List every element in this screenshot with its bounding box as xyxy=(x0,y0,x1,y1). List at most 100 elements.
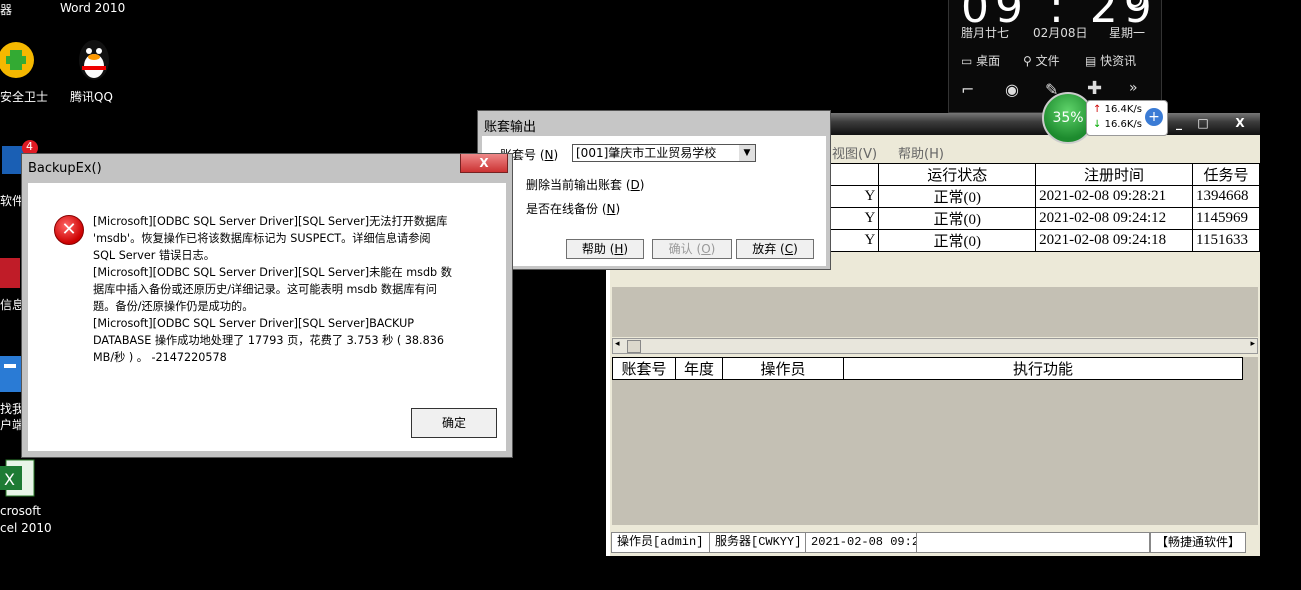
desktop-icon-qq[interactable]: 腾讯QQ xyxy=(70,88,113,105)
security-guard-icon[interactable] xyxy=(0,38,38,80)
file-shortcut[interactable]: ⚲ 文件 xyxy=(1023,52,1060,69)
online-backup-label: 是否在线备份 xyxy=(526,202,599,216)
close-glyph: X xyxy=(1235,116,1245,130)
account-select[interactable]: [001]肇庆市工业贸易学校 ▼ xyxy=(572,144,756,162)
confirm-button[interactable]: 确认 (O) xyxy=(652,239,732,259)
desktop-icon-text: 安全卫士 xyxy=(0,90,49,104)
cpu-percent: 35% xyxy=(1052,110,1084,126)
error-line: 据库中插入备份或还原历史/详细记录。这可能表明 msdb 数据库有问 xyxy=(93,283,437,296)
crop-icon[interactable]: ⌐ xyxy=(961,80,974,99)
error-line: [Microsoft][ODBC SQL Server Driver][SQL … xyxy=(93,266,452,279)
down-arrow-icon: ↓ xyxy=(1093,119,1102,130)
minimize-button[interactable]: _ xyxy=(1168,115,1190,131)
weekday: 星期一 xyxy=(1109,26,1146,40)
error-line: [Microsoft][ODBC SQL Server Driver][SQL … xyxy=(93,215,448,228)
maximize-button[interactable]: □ xyxy=(1192,115,1214,131)
menu-view[interactable]: 视图(V) xyxy=(832,143,877,162)
desktop-shortcut[interactable]: ▭ 桌面 xyxy=(961,52,1000,69)
log-table: 账套号 年度 操作员 执行功能 xyxy=(612,357,1243,380)
table-row[interactable]: Y 正常(0) 2021-02-08 09:24:18 1151633 xyxy=(825,229,1260,252)
cell-status: 正常(0) xyxy=(878,185,1037,208)
table-row[interactable]: Y 正常(0) 2021-02-08 09:24:12 1145969 xyxy=(825,207,1260,230)
close-button[interactable]: X xyxy=(460,154,508,173)
menu-view-label: 视图(V) xyxy=(832,147,878,162)
expand-arrows-icon[interactable]: » xyxy=(1129,80,1138,96)
delete-account-label: 删除当前输出账套 xyxy=(526,178,623,192)
cell-time: 2021-02-08 09:28:21 xyxy=(1035,185,1193,208)
column-header xyxy=(826,163,880,186)
excel-icon[interactable]: X xyxy=(0,458,36,498)
account-select-value: [001]肇庆市工业贸易学校 xyxy=(576,146,717,160)
news-shortcut[interactable]: ▤ 快资讯 xyxy=(1085,52,1136,69)
error-line: [Microsoft][ODBC SQL Server Driver][SQL … xyxy=(93,317,415,330)
lunar-date: 腊月廿七 xyxy=(961,26,1010,40)
desktop-shortcut-label: 桌面 xyxy=(976,54,1001,68)
menu-help-label: 帮助(H) xyxy=(898,147,944,162)
help-button[interactable]: 帮助 (H) xyxy=(566,239,644,259)
plus-icon[interactable]: ✚ xyxy=(1087,78,1102,99)
download-speed-value: 16.6K/s xyxy=(1104,119,1142,130)
scroll-thumb[interactable] xyxy=(627,340,641,353)
delete-account-checkbox[interactable]: 删除当前输出账套 (D) xyxy=(526,176,644,193)
up-arrow-icon: ↑ xyxy=(1093,104,1102,115)
news-icon: ▤ xyxy=(1085,54,1097,68)
table-empty-area xyxy=(612,287,1258,337)
shortcut-key: C xyxy=(784,242,794,256)
desktop-icon-excel[interactable]: crosoft xyxy=(0,504,41,518)
column-header: 账套号 xyxy=(612,357,676,380)
backup-error-dialog: BackupEx() X ✕ [Microsoft][ODBC SQL Serv… xyxy=(21,153,513,458)
info-app-icon[interactable] xyxy=(0,256,20,292)
column-header: 操作员 xyxy=(722,357,844,380)
online-backup-checkbox[interactable]: 是否在线备份 (N) xyxy=(526,200,620,217)
status-blank xyxy=(916,532,1150,553)
error-line: 'msdb'。恢复操作已将该数据库标记为 SUSPECT。详细信息请参阅 xyxy=(93,232,431,245)
desktop-icon-text: 腾讯QQ xyxy=(70,90,113,104)
desktop-icon-text: Word 2010 xyxy=(60,1,126,15)
abandon-button-label: 放弃 xyxy=(752,242,777,256)
abandon-button[interactable]: 放弃 (C) xyxy=(736,239,814,259)
desktop-icon-excel-line2: cel 2010 xyxy=(0,521,52,535)
account-dialog-body: 账套号 (N) [001]肇庆市工业贸易学校 ▼ 删除当前输出账套 (D) 是否… xyxy=(482,136,826,266)
error-line: MB/秒 ) 。 -2147220578 xyxy=(93,351,227,364)
notification-badge: 4 xyxy=(26,140,33,153)
ok-button-label: 确定 xyxy=(441,416,466,430)
horizontal-scrollbar[interactable]: ◂ ▸ xyxy=(612,338,1258,354)
shortcut-key: N xyxy=(544,148,554,162)
cell-task: 1145969 xyxy=(1192,207,1260,230)
eye-icon[interactable]: ◉ xyxy=(1005,80,1019,99)
error-message: [Microsoft][ODBC SQL Server Driver][SQL … xyxy=(93,213,497,366)
table-header-row: 运行状态 注册时间 任务号 xyxy=(826,163,1260,186)
cell-task: 1394668 xyxy=(1192,185,1260,208)
upload-speed-value: 16.4K/s xyxy=(1104,104,1142,115)
cell-status: 正常(0) xyxy=(878,229,1037,252)
scroll-right-icon[interactable]: ▸ xyxy=(1250,339,1255,349)
status-operator: 操作员[admin] xyxy=(611,532,713,553)
status-brand: 【畅捷通软件】 xyxy=(1150,532,1246,553)
scroll-left-icon[interactable]: ◂ xyxy=(615,339,620,349)
help-button-label: 帮助 xyxy=(581,242,606,256)
confirm-button-label: 确认 xyxy=(668,242,693,256)
column-header: 年度 xyxy=(675,357,723,380)
task-table: 运行状态 注册时间 任务号 Y 正常(0) 2021-02-08 09:28:2… xyxy=(825,163,1260,252)
desktop-icon-word-2010[interactable]: Word 2010 xyxy=(60,1,125,15)
menu-help[interactable]: 帮助(H) xyxy=(898,143,944,162)
accelerate-plus-icon[interactable]: + xyxy=(1145,108,1163,126)
chevron-down-icon[interactable]: ▼ xyxy=(739,145,755,161)
ok-button[interactable]: 确定 xyxy=(411,408,497,438)
table-row[interactable]: Y 正常(0) 2021-02-08 09:28:21 1394668 xyxy=(825,185,1260,208)
cell-status: 正常(0) xyxy=(878,207,1037,230)
account-output-dialog: 账套输出 账套号 (N) [001]肇庆市工业贸易学校 ▼ 删除当前输出账套 (… xyxy=(477,110,831,270)
qq-penguin-icon[interactable] xyxy=(72,36,116,84)
desktop-icon-text: crosoft xyxy=(0,504,41,518)
desktop-icon-security-guard[interactable]: 安全卫士 xyxy=(0,88,48,105)
file-shortcut-label: 文件 xyxy=(1035,54,1060,68)
desktop-icon-label-partial[interactable]: 器 xyxy=(0,1,12,18)
close-button[interactable]: X xyxy=(1226,115,1254,131)
upload-speed: ↑ 16.4K/s xyxy=(1093,104,1142,115)
cell-task: 1151633 xyxy=(1192,229,1260,252)
shortcut-key: D xyxy=(630,178,640,192)
error-line: SQL Server 错误日志。 xyxy=(93,249,215,262)
error-icon: ✕ xyxy=(54,215,84,245)
column-header: 注册时间 xyxy=(1035,163,1193,186)
cell-prefix: Y xyxy=(825,185,880,208)
